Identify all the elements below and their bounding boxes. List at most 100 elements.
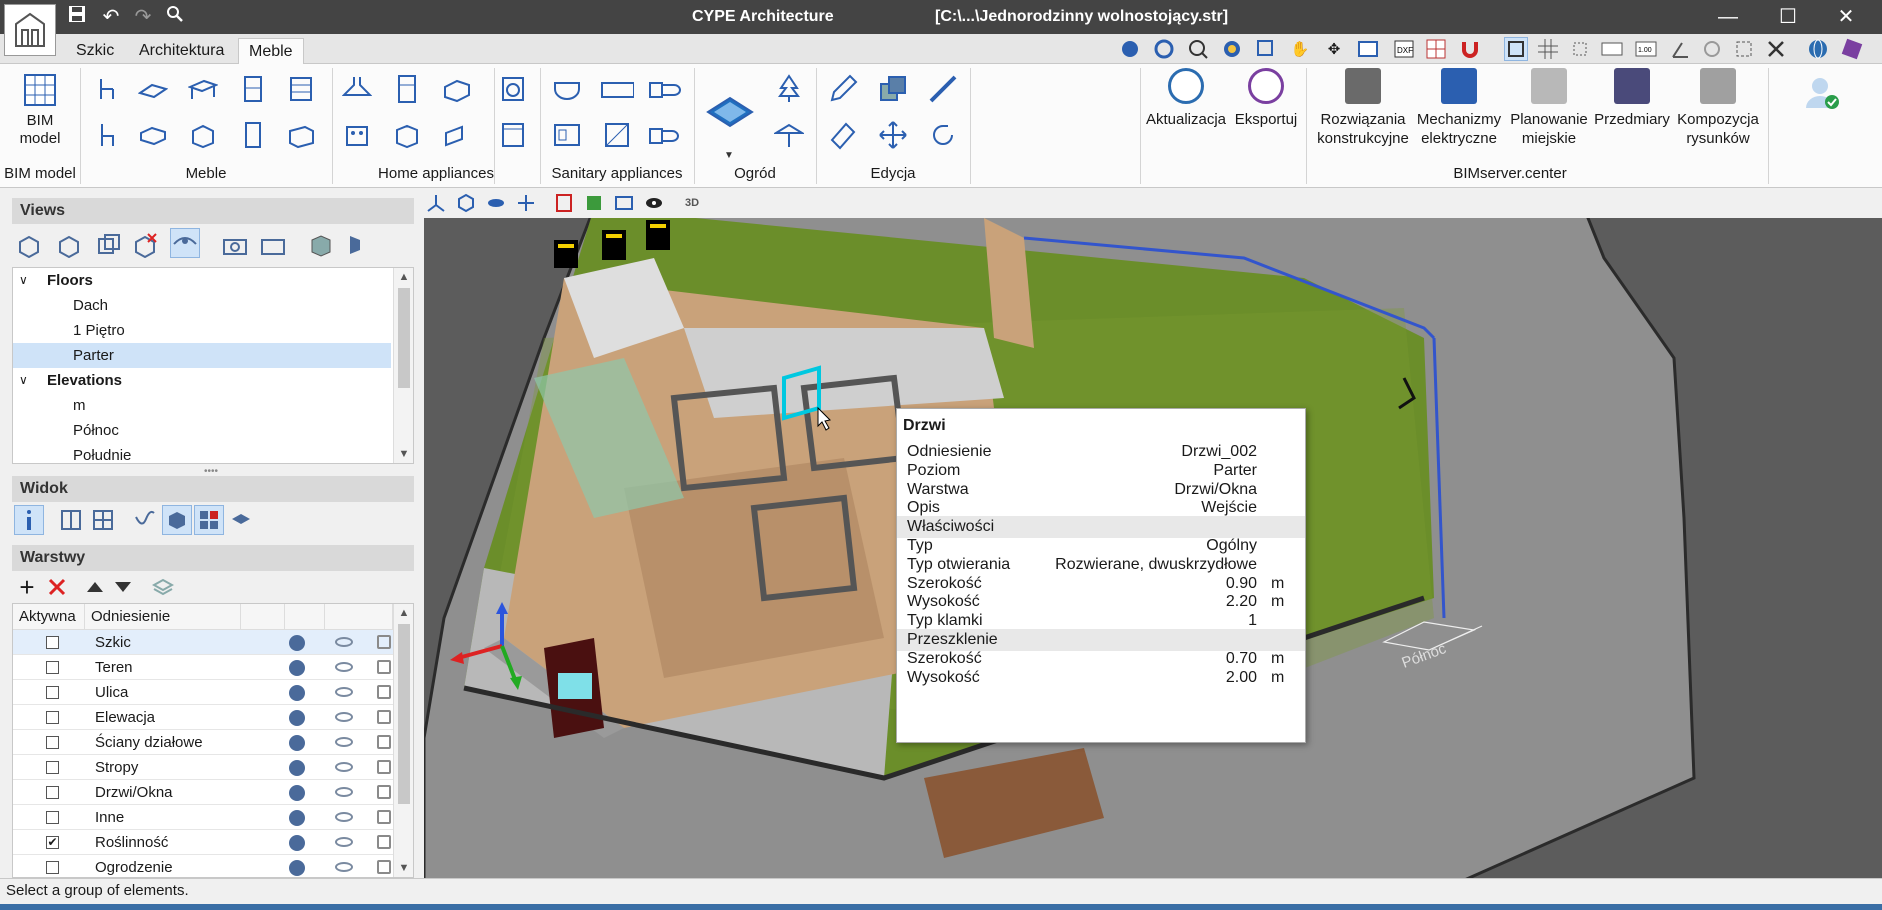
3d-mode-icon[interactable]: 3D <box>680 191 704 215</box>
layer-visibility-icon[interactable] <box>335 712 353 722</box>
app-logo-icon[interactable] <box>4 4 56 56</box>
cube-icon[interactable] <box>454 191 478 215</box>
layer-row[interactable]: ✔ Roślinność <box>13 830 393 855</box>
section-box-icon[interactable] <box>552 191 576 215</box>
layer-lock-icon[interactable] <box>377 810 391 824</box>
layer-visibility-icon[interactable] <box>335 787 353 797</box>
bim-model-button[interactable]: BIM model <box>4 70 76 162</box>
layer-lock-icon[interactable] <box>377 835 391 849</box>
col-aktywna[interactable]: Aktywna <box>13 604 85 630</box>
rotate-icon[interactable] <box>926 118 960 152</box>
hood-icon[interactable] <box>340 72 374 106</box>
layer-visibility-icon[interactable] <box>335 662 353 672</box>
kompozycja-rysunkow-button[interactable]: Kompozycja rysunków <box>1672 68 1764 148</box>
washer-icon[interactable] <box>496 72 530 106</box>
layer-3d-icon[interactable] <box>289 835 305 851</box>
delete-view-icon[interactable] <box>130 230 160 260</box>
layer-active-checkbox[interactable] <box>46 736 59 749</box>
layer-3d-icon[interactable] <box>289 685 305 701</box>
section-view-icon[interactable] <box>344 230 374 260</box>
double-sink-icon[interactable] <box>550 118 584 152</box>
zoom-window-icon[interactable] <box>1254 37 1278 61</box>
layer-visibility-icon[interactable] <box>335 837 353 847</box>
stove-icon[interactable] <box>340 118 374 152</box>
layer-row[interactable]: Szkic <box>13 630 393 655</box>
eksportuj-button[interactable]: Eksportuj <box>1226 68 1306 129</box>
user-connected-icon[interactable] <box>1802 72 1842 112</box>
tree-group-floors[interactable]: ∨ Floors <box>13 268 391 293</box>
layer-3d-icon[interactable] <box>289 810 305 826</box>
shelf-icon[interactable] <box>284 72 318 106</box>
zoom-all-icon[interactable] <box>1152 37 1176 61</box>
layer-3d-icon[interactable] <box>289 635 305 651</box>
tall-cabinet-icon[interactable] <box>236 118 270 152</box>
sink-icon[interactable] <box>550 72 584 106</box>
tree-item-parter[interactable]: Parter <box>13 343 391 368</box>
aktualizacja-button[interactable]: Aktualizacja <box>1142 68 1230 129</box>
add-layer-icon[interactable]: + <box>12 572 42 602</box>
save-icon[interactable] <box>64 4 90 30</box>
layers-grid-icon[interactable] <box>194 505 224 535</box>
close-button[interactable]: ✕ <box>1818 0 1874 34</box>
layer-visibility-icon[interactable] <box>335 637 353 647</box>
grid-icon[interactable] <box>1536 37 1560 61</box>
desk-icon[interactable] <box>284 118 318 152</box>
pool-dropdown-icon[interactable]: ▼ <box>724 150 734 161</box>
shower-icon[interactable] <box>600 118 634 152</box>
layer-lock-icon[interactable] <box>377 660 391 674</box>
object-snap-icon[interactable] <box>1504 37 1528 61</box>
layer-row[interactable]: Teren <box>13 655 393 680</box>
przedmiary-button[interactable]: Przedmiary <box>1590 68 1674 129</box>
layers-scrollbar[interactable]: ▲ ▼ <box>393 604 413 877</box>
tab-szkic[interactable]: Szkic <box>66 38 124 64</box>
layer-row[interactable]: Inne <box>13 805 393 830</box>
tree-item-1-pietro[interactable]: 1 Piętro <box>13 318 391 343</box>
tools-icon[interactable] <box>1764 37 1788 61</box>
bed-icon[interactable] <box>136 72 170 106</box>
layer-3d-icon[interactable] <box>289 660 305 676</box>
camera-settings-icon[interactable] <box>258 230 288 260</box>
visibility-eye-icon[interactable] <box>642 191 666 215</box>
sofa-icon[interactable] <box>136 118 170 152</box>
ortho-icon[interactable] <box>1568 37 1592 61</box>
layer-visibility-icon[interactable] <box>335 812 353 822</box>
help-book-icon[interactable] <box>1840 37 1864 61</box>
oven-icon[interactable] <box>440 72 474 106</box>
layer-active-checkbox[interactable] <box>46 711 59 724</box>
layer-active-checkbox[interactable] <box>46 661 59 674</box>
tree-item-poludnie[interactable]: Południe <box>13 443 391 463</box>
chevron-down-icon[interactable]: ∨ <box>19 368 28 393</box>
layer-lock-icon[interactable] <box>377 710 391 724</box>
layer-row[interactable]: Stropy <box>13 755 393 780</box>
refresh-icon[interactable] <box>1220 37 1244 61</box>
toilet-icon[interactable] <box>648 72 682 106</box>
clip-plane-icon[interactable] <box>582 191 606 215</box>
layer-3d-icon[interactable] <box>289 785 305 801</box>
magnet-icon[interactable] <box>1458 37 1482 61</box>
column-fridge-icon[interactable] <box>496 118 530 152</box>
cabinet-icon[interactable] <box>186 118 220 152</box>
axes-icon[interactable] <box>424 191 448 215</box>
measure-icon[interactable] <box>1732 37 1756 61</box>
info-icon[interactable] <box>14 505 44 535</box>
dimension-icon[interactable]: 1.00 <box>1634 37 1658 61</box>
ruler-icon[interactable] <box>926 72 960 106</box>
layer-lock-icon[interactable] <box>377 760 391 774</box>
view-visibility-icon[interactable] <box>170 228 200 258</box>
copy-view-icon[interactable] <box>94 230 124 260</box>
microwave-icon[interactable] <box>440 118 474 152</box>
angle-icon[interactable] <box>1668 37 1692 61</box>
rozwiazania-konstrukcyjne-button[interactable]: Rozwiązania konstrukcyjne <box>1310 68 1416 148</box>
layer-lock-icon[interactable] <box>377 860 391 874</box>
mechanizmy-elektryczne-button[interactable]: Mechanizmy elektryczne <box>1412 68 1506 148</box>
layer-active-checkbox[interactable] <box>46 686 59 699</box>
bidet-icon[interactable] <box>648 118 682 152</box>
edit-view-icon[interactable] <box>54 230 84 260</box>
layer-row[interactable]: Elewacja <box>13 705 393 730</box>
fridge-icon[interactable] <box>390 72 424 106</box>
camera-icon[interactable] <box>220 230 250 260</box>
delete-layer-icon[interactable] <box>42 572 72 602</box>
table-icon[interactable] <box>186 72 220 106</box>
scroll-thumb[interactable] <box>398 288 410 388</box>
tree-item-polnoc[interactable]: Północ <box>13 418 391 443</box>
